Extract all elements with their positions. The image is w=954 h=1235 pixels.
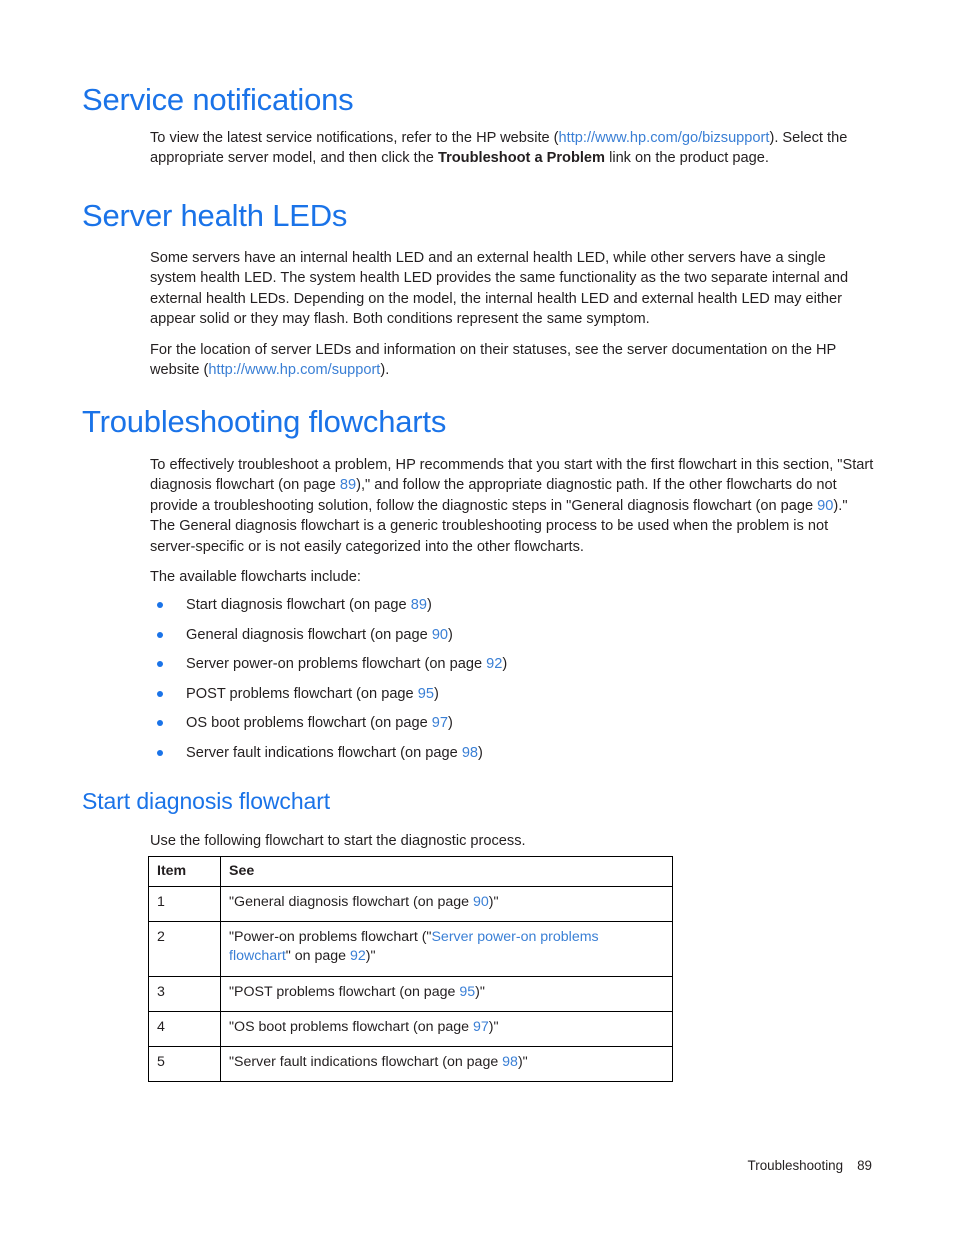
footer-chapter: Troubleshooting bbox=[747, 1158, 844, 1173]
cell-item: 1 bbox=[148, 886, 221, 922]
link-hp-support[interactable]: http://www.hp.com/support bbox=[208, 362, 380, 378]
text-run: "Power-on problems flowchart (" bbox=[229, 929, 432, 945]
list-item-label: OS boot problems flowchart (on page bbox=[186, 715, 432, 732]
cell-item: 5 bbox=[148, 1046, 221, 1082]
list-item-label: Start diagnosis flowchart (on page bbox=[186, 597, 411, 613]
page-ref[interactable]: 89 bbox=[411, 597, 427, 613]
list-item[interactable]: OS boot problems flowchart (on page 97) bbox=[150, 713, 507, 743]
bullet-icon bbox=[157, 690, 163, 697]
table-row: 2 "Power-on problems flowchart ("Server … bbox=[148, 921, 673, 977]
paragraph-available-flowcharts: The available flowcharts include: bbox=[150, 569, 361, 585]
page-ref-90[interactable]: 90 bbox=[817, 498, 833, 514]
text-run: "Server fault indications flowchart (on … bbox=[229, 1054, 503, 1070]
table-row: 5 "Server fault indications flowchart (o… bbox=[148, 1046, 673, 1082]
heading-troubleshooting-flowcharts: Troubleshooting flowcharts bbox=[82, 404, 447, 439]
heading-server-health-leds: Server health LEDs bbox=[82, 198, 348, 233]
table-row: 4 "OS boot problems flowchart (on page 9… bbox=[148, 1011, 673, 1047]
cell-see: "Server fault indications flowchart (on … bbox=[220, 1046, 673, 1082]
column-header-item: Item bbox=[148, 856, 221, 887]
paragraph-start-diagnosis-intro: Use the following flowchart to start the… bbox=[150, 833, 526, 849]
heading-service-notifications: Service notifications bbox=[82, 82, 354, 117]
text-run: "General diagnosis flowchart (on page bbox=[229, 894, 474, 910]
list-item[interactable]: POST problems flowchart (on page 95) bbox=[150, 684, 507, 714]
bullet-icon bbox=[157, 749, 163, 756]
paragraph-troubleshooting-flowcharts: To effectively troubleshoot a problem, H… bbox=[150, 455, 874, 557]
text-run: ). bbox=[380, 362, 390, 379]
list-item-label: POST problems flowchart (on page bbox=[186, 685, 418, 702]
list-item[interactable]: General diagnosis flowchart (on page 90) bbox=[150, 625, 507, 655]
bullet-icon bbox=[157, 631, 163, 638]
document-page: Service notifications To view the latest… bbox=[0, 0, 954, 1235]
text-run: link on the product page. bbox=[605, 150, 769, 167]
cell-see: "POST problems flowchart (on page 95)" bbox=[220, 976, 673, 1012]
start-diagnosis-table: Item See 1 "General diagnosis flowchart … bbox=[148, 856, 673, 1082]
page-ref[interactable]: 95 bbox=[418, 686, 434, 702]
page-ref[interactable]: 98 bbox=[502, 1054, 518, 1070]
text-run: To view the latest service notifications… bbox=[150, 130, 559, 146]
text-run: )" bbox=[517, 1054, 528, 1070]
footer-page-number: 89 bbox=[857, 1158, 872, 1173]
column-header-see: See bbox=[220, 856, 673, 887]
list-item[interactable]: Server power-on problems flowchart (on p… bbox=[150, 654, 507, 684]
page-ref[interactable]: 95 bbox=[459, 984, 475, 1000]
list-item-label: Server fault indications flowchart (on p… bbox=[186, 744, 462, 761]
list-item-suffix: ) bbox=[448, 626, 453, 643]
page-ref[interactable]: 90 bbox=[432, 627, 448, 643]
cell-see: "General diagnosis flowchart (on page 90… bbox=[220, 886, 673, 922]
page-ref[interactable]: 90 bbox=[473, 894, 489, 910]
page-ref[interactable]: 97 bbox=[473, 1019, 489, 1035]
list-item-label: Server power-on problems flowchart (on p… bbox=[186, 656, 487, 673]
page-ref[interactable]: 92 bbox=[486, 656, 502, 672]
heading-start-diagnosis-flowchart: Start diagnosis flowchart bbox=[82, 788, 331, 814]
text-run: "POST problems flowchart (on page bbox=[229, 984, 460, 1000]
text-run: "OS boot problems flowchart (on page bbox=[229, 1019, 473, 1035]
paragraph-server-health-leds-2: For the location of server LEDs and info… bbox=[150, 340, 872, 381]
text-run: )" bbox=[475, 984, 485, 1000]
bullet-icon bbox=[157, 661, 163, 668]
table-row: 3 "POST problems flowchart (on page 95)" bbox=[148, 976, 673, 1012]
cell-item: 2 bbox=[148, 921, 221, 977]
page-ref[interactable]: 98 bbox=[462, 745, 478, 761]
list-item[interactable]: Server fault indications flowchart (on p… bbox=[150, 743, 507, 773]
paragraph-server-health-leds-1: Some servers have an internal health LED… bbox=[150, 250, 849, 328]
cell-item: 3 bbox=[148, 976, 221, 1012]
page-footer: Troubleshooting 89 bbox=[0, 1158, 872, 1173]
link-bizsupport[interactable]: http://www.hp.com/go/bizsupport bbox=[559, 130, 770, 146]
list-item-suffix: ) bbox=[448, 715, 453, 732]
table-row: 1 "General diagnosis flowchart (on page … bbox=[148, 886, 673, 922]
list-item-suffix: ) bbox=[433, 685, 439, 702]
text-run: )" bbox=[365, 948, 376, 964]
page-ref[interactable]: 97 bbox=[432, 715, 448, 731]
list-item-suffix: ) bbox=[478, 744, 483, 761]
table-header-row: Item See bbox=[148, 856, 673, 887]
text-run: )" bbox=[488, 894, 499, 910]
bullet-icon bbox=[157, 602, 163, 608]
page-ref-89[interactable]: 89 bbox=[340, 477, 356, 493]
list-item[interactable]: Start diagnosis flowchart (on page 89) bbox=[150, 595, 507, 625]
bold-troubleshoot-a-problem: Troubleshoot a Problem bbox=[437, 150, 606, 167]
list-item-suffix: ) bbox=[502, 656, 508, 673]
text-run: )" bbox=[488, 1019, 499, 1035]
cell-see: "OS boot problems flowchart (on page 97)… bbox=[220, 1011, 673, 1047]
list-item-suffix: ) bbox=[426, 597, 432, 613]
page-ref[interactable]: 92 bbox=[350, 948, 366, 964]
flowchart-list: Start diagnosis flowchart (on page 89) G… bbox=[150, 595, 507, 773]
bullet-icon bbox=[157, 720, 163, 727]
paragraph-service-notifications: To view the latest service notifications… bbox=[150, 128, 872, 169]
list-item-label: General diagnosis flowchart (on page bbox=[186, 626, 432, 643]
cell-see: "Power-on problems flowchart ("Server po… bbox=[220, 921, 673, 977]
cell-item: 4 bbox=[148, 1011, 221, 1047]
text-run: " on page bbox=[285, 948, 350, 964]
